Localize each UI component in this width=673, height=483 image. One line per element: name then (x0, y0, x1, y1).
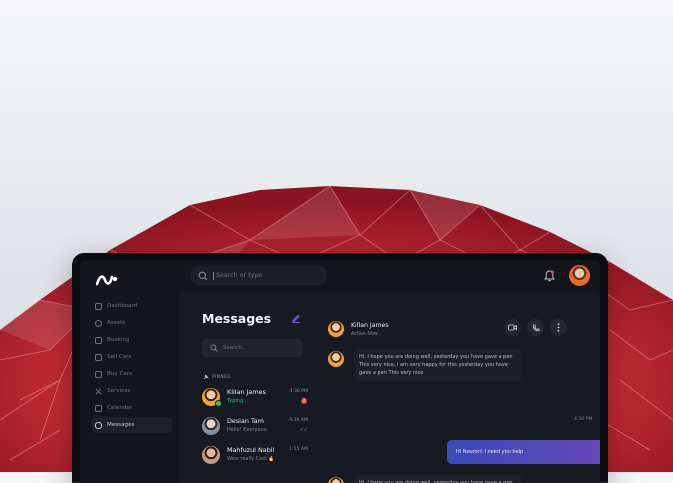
search-icon (210, 344, 218, 352)
sidebar-item-dashboard[interactable]: Dashboard (92, 298, 172, 314)
sidebar-item-buy-cars[interactable]: Buy Cars (92, 366, 172, 382)
conversation-preview: Typing... (227, 398, 248, 404)
conversation-time: 9:36 AM (289, 418, 308, 423)
global-search-input[interactable]: Search or type (191, 266, 326, 285)
more-vertical-icon (557, 323, 560, 332)
assets-icon (95, 319, 102, 327)
incoming-message: Hi, I hope you are doing well, yesterday… (354, 349, 522, 381)
phone-icon (532, 324, 539, 331)
sidebar-item-label: Buy Cars (107, 371, 133, 377)
video-call-button[interactable] (504, 319, 521, 336)
chat-pane: Killan James Active Now Hi, I hope you a… (328, 291, 600, 483)
messages-panel: Messages Search... PINNED Killan James T… (178, 291, 600, 483)
sidebar-item-label: Sell Cars (107, 354, 132, 360)
bell-icon[interactable] (544, 270, 555, 282)
message-search-input[interactable]: Search... (202, 339, 303, 357)
conversation-name: Mahfuzul Nabil (227, 446, 275, 454)
compose-icon[interactable] (291, 313, 301, 323)
conversation-item[interactable]: Desian Tam Hello! Everyone 9:36 AM ✓✓ (202, 416, 308, 440)
outgoing-message: Hi Neuron! I need you help (447, 440, 600, 464)
conversation-item[interactable]: Killan James Typing... 4:30 PM 2 (202, 387, 308, 411)
text-caret (213, 271, 214, 280)
conversation-name: Desian Tam (227, 417, 264, 425)
pinned-text: PINNED (212, 374, 231, 380)
buy-cars-icon (95, 370, 102, 378)
dashboard-icon (95, 302, 102, 310)
message-time: 4:30 PM (574, 417, 593, 422)
incoming-message: Hi, I hope you are doing well, yesterday… (354, 475, 522, 483)
sidebar-item-booking[interactable]: Booking (92, 332, 172, 348)
conversation-item[interactable]: Mahfuzul Nabil Wow really Cool 🔥 1:15 AM (202, 445, 308, 469)
calendar-icon (95, 404, 102, 412)
sidebar-item-label: Booking (107, 337, 130, 343)
sidebar-item-messages[interactable]: Messages (92, 417, 172, 433)
message-avatar (328, 351, 344, 367)
video-camera-icon (508, 324, 517, 331)
global-search-placeholder: Search or type (216, 272, 263, 279)
sidebar-item-label: Assets (107, 320, 126, 326)
read-receipt-icon: ✓✓ (299, 427, 308, 433)
app-screen: Search or type Dashboard Assets Booking … (80, 260, 600, 483)
sidebar-item-label: Services (107, 388, 131, 394)
sidebar-item-assets[interactable]: Assets (92, 315, 172, 331)
page-title: Messages (202, 311, 272, 326)
user-avatar[interactable] (569, 265, 590, 286)
pinned-label: PINNED (203, 374, 231, 380)
sidebar-item-services[interactable]: Services (92, 383, 172, 399)
laptop-frame: Search or type Dashboard Assets Booking … (72, 253, 608, 483)
sidebar: Dashboard Assets Booking Sell Cars Buy C… (92, 298, 172, 434)
avatar (202, 417, 220, 435)
message-search-placeholder: Search... (223, 345, 248, 351)
sidebar-item-label: Dashboard (107, 303, 138, 309)
online-indicator (215, 400, 222, 407)
messages-icon (95, 421, 102, 429)
conversation-time: 1:15 AM (289, 447, 308, 452)
conversation-preview: Wow really Cool 🔥 (227, 456, 275, 462)
conversation-name: Killan James (227, 388, 266, 396)
avatar (202, 446, 220, 464)
more-options-button[interactable] (550, 319, 567, 336)
sidebar-item-sell-cars[interactable]: Sell Cars (92, 349, 172, 365)
message-avatar (328, 477, 344, 483)
booking-icon (95, 336, 102, 344)
sidebar-item-calendar[interactable]: Calender (92, 400, 172, 416)
chat-contact-avatar (328, 321, 344, 337)
voice-call-button[interactable] (527, 319, 544, 336)
chat-contact-name: Killan James (351, 322, 389, 329)
top-bar: Search or type (80, 260, 600, 290)
logo-icon (96, 275, 118, 286)
pin-icon (203, 374, 209, 380)
sidebar-item-label: Calender (107, 405, 133, 411)
sell-cars-icon (95, 353, 102, 361)
chat-contact-status: Active Now (351, 332, 378, 337)
conversation-preview: Hello! Everyone (227, 427, 267, 433)
unread-badge: 2 (301, 398, 307, 404)
services-icon (95, 388, 102, 395)
conversation-time: 4:30 PM (289, 389, 308, 394)
sidebar-item-label: Messages (107, 422, 135, 428)
search-icon (198, 271, 208, 280)
